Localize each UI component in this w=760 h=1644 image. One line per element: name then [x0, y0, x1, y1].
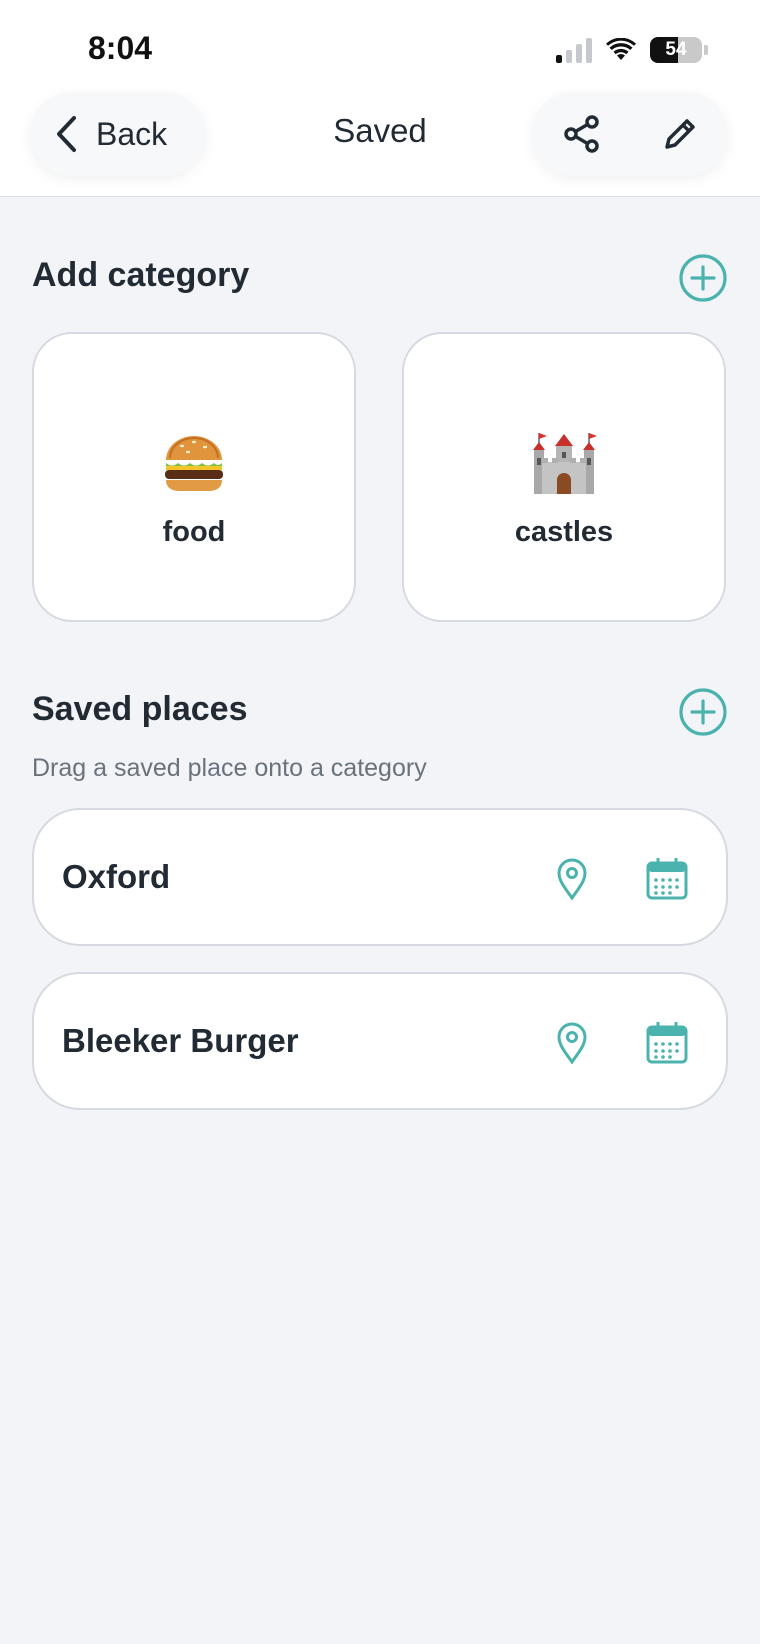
- hamburger-icon: [165, 435, 223, 491]
- add-category-plus-icon[interactable]: [678, 253, 728, 303]
- status-time: 8:04: [88, 30, 153, 66]
- status-icons: 54: [556, 34, 708, 66]
- category-label: food: [162, 515, 226, 548]
- place-name: Bleeker Burger: [62, 1022, 299, 1059]
- cellular-signal-icon: [556, 37, 592, 63]
- add-category-title: Add category: [32, 256, 250, 294]
- category-label: castles: [514, 515, 614, 548]
- calendar-icon[interactable]: [646, 1022, 688, 1064]
- place-name: Oxford: [62, 858, 171, 895]
- category-card-food[interactable]: food: [32, 332, 356, 622]
- saved-places-title: Saved places: [32, 690, 248, 728]
- wifi-icon: [606, 38, 636, 60]
- category-card-castles[interactable]: castles: [402, 332, 726, 622]
- share-icon[interactable]: [562, 114, 602, 154]
- battery-tip: [704, 45, 708, 55]
- saved-places-hint: Drag a saved place onto a category: [32, 754, 427, 782]
- actions-group: [532, 92, 728, 176]
- castle-icon: [533, 432, 597, 494]
- edit-pencil-icon[interactable]: [661, 115, 699, 153]
- map-pin-icon[interactable]: [556, 858, 588, 900]
- saved-place-card[interactable]: Bleeker Burger: [32, 972, 728, 1110]
- add-place-plus-icon[interactable]: [678, 687, 728, 737]
- battery-percent: 54: [665, 39, 687, 60]
- battery-icon: 54: [650, 37, 702, 63]
- saved-place-card[interactable]: Oxford: [32, 808, 728, 946]
- top-bar: 8:04 54 Back Saved: [0, 0, 760, 197]
- calendar-icon[interactable]: [646, 858, 688, 900]
- map-pin-icon[interactable]: [556, 1022, 588, 1064]
